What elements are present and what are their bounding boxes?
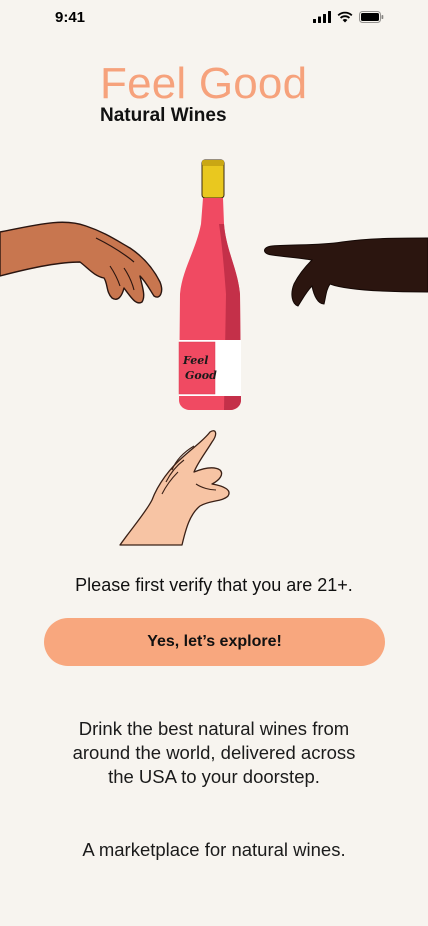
brand-title: Feel Good — [100, 59, 308, 108]
status-time: 9:41 — [55, 9, 86, 26]
wifi-icon — [337, 11, 353, 23]
hero-illustration: Feel Good — [0, 159, 428, 546]
explore-button[interactable]: Yes, let’s explore! — [44, 618, 385, 666]
bottom-hand-illustration — [119, 430, 230, 546]
tagline-text: Drink the best natural wines from around… — [72, 718, 356, 787]
status-bar: 9:41 — [0, 0, 428, 40]
bottle-label-line1: Feel — [182, 354, 208, 367]
battery-icon — [359, 11, 384, 23]
marketplace-text: A marketplace for natural wines. — [82, 839, 346, 860]
right-hand-illustration — [264, 237, 428, 307]
brand-subtitle: Natural Wines — [100, 105, 227, 126]
left-hand-illustration — [0, 221, 163, 304]
age-verification-prompt: Please first verify that you are 21+. — [75, 575, 353, 595]
status-icons — [313, 11, 384, 23]
bottle-label-line2: Good — [185, 369, 217, 382]
signal-icon — [313, 11, 331, 23]
